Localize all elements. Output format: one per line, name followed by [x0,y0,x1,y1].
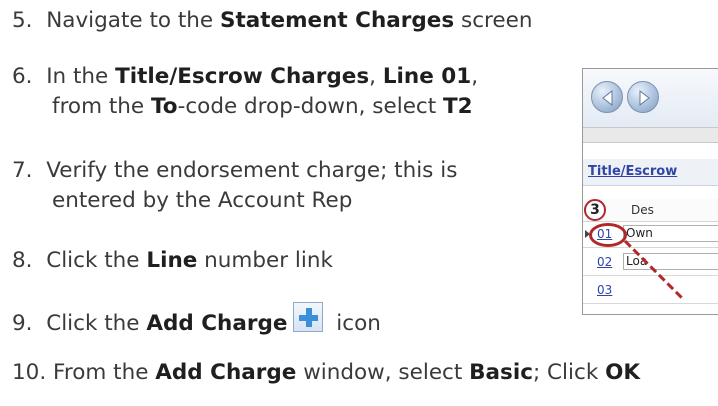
step-number: 10. [12,360,47,385]
step-keyword: Add Charge [146,311,288,336]
step-text: Verify the endorsement charge; this is [46,158,458,183]
screenshot-inset: Title/Escrow Des 01 Own 02 Loa 03 3 [582,68,718,315]
step-text: Navigate to the [46,8,220,33]
step-text: Click the [46,248,147,273]
title-escrow-charges-link[interactable]: Title/Escrow [583,159,718,186]
step-keyword: To [151,94,178,119]
step-text: -code drop-down, select [177,94,444,119]
step-6: 6. In the Title/Escrow Charges, Line 01,… [12,62,478,122]
back-arrow-icon [602,89,613,107]
line-number-link[interactable]: 02 [597,249,612,275]
step-text: , [369,64,383,89]
step-text: Click the [46,311,147,336]
step-text: window, select [296,360,470,385]
forward-button[interactable] [627,81,659,113]
step-text: entered by the Account Rep [52,188,353,213]
step-5: 5. Navigate to the Statement Charges scr… [12,6,532,36]
forward-arrow-icon [639,89,650,107]
step-badge: 3 [584,199,606,221]
callout-arrow-icon [623,239,685,301]
step-text: screen [454,8,533,33]
callout-circle [589,223,627,247]
step-number: 7. [12,158,33,183]
line-number-link[interactable]: 03 [597,277,612,303]
step-text: ; Click [532,360,606,385]
step-text: In the [46,64,116,89]
step-number: 5. [12,8,33,33]
step-text: , [471,64,479,89]
step-number: 9. [12,311,33,336]
step-text: from the [52,94,151,119]
step-keyword: Statement Charges [220,8,455,33]
step-keyword: Add Charge [155,360,297,385]
step-8: 8. Click the Line number link [12,246,333,276]
inset-tab-strip [583,127,718,143]
step-keyword: OK [605,360,641,385]
step-keyword: Line [146,248,198,273]
step-text: number link [197,248,333,273]
inset-toolbar [583,69,718,127]
step-number: 8. [12,248,33,273]
step-keyword: T2 [443,94,473,119]
step-keyword: Basic [469,360,533,385]
step-9: 9. Click the Add Charge icon [12,302,381,339]
step-number: 6. [12,64,33,89]
step-10: 10. From the Add Charge window, select B… [12,358,640,388]
step-text: From the [53,360,156,385]
step-text: icon [329,311,381,336]
step-keyword: Line 01 [382,64,472,89]
add-plus-icon [293,302,324,332]
step-keyword: Title/Escrow Charges [115,64,370,89]
step-7: 7. Verify the endorsement charge; this i… [12,156,457,216]
back-button[interactable] [591,81,623,113]
